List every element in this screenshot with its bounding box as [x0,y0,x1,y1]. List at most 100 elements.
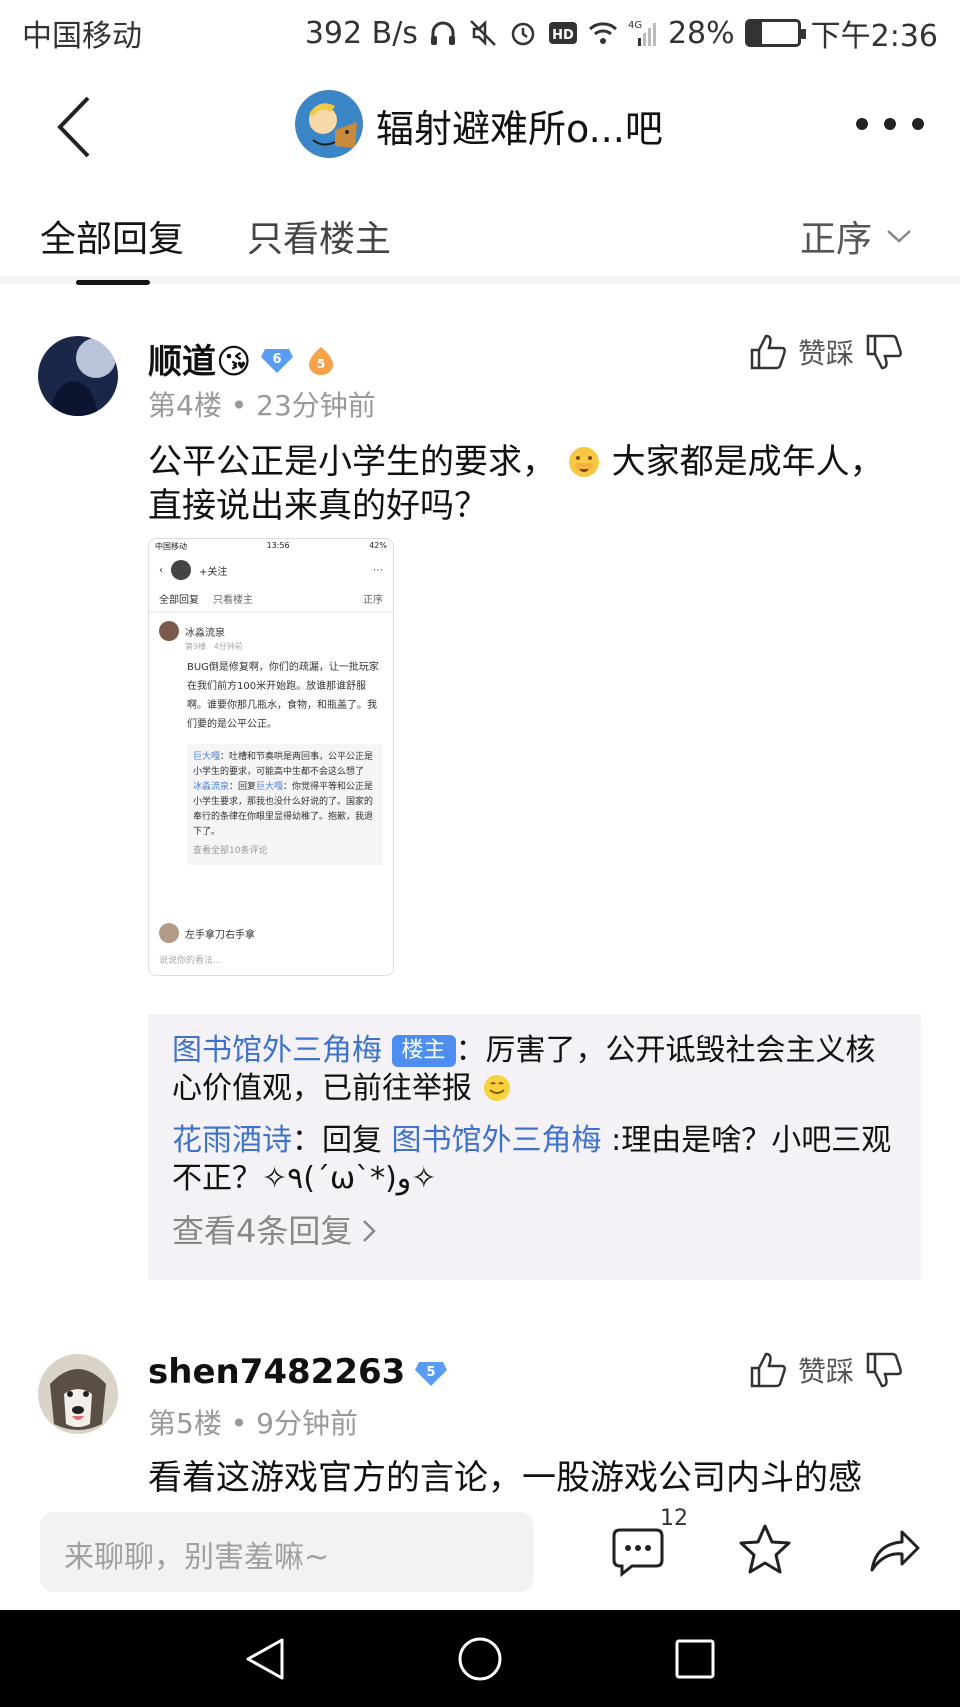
shot-replies: 巨大嘎：吐槽和节奏哄是两回事，公平公正是小学生的要求，可能高中生都不会这么想了 … [187,744,383,865]
reply-1[interactable]: 图书馆外三角梅 楼主 ：厉害了，公开诋毁社会主义核心价值观，已前往举报 [172,1032,897,1108]
svg-text:5: 5 [427,1365,436,1380]
user-avatar-image [38,336,118,416]
forum-title[interactable]: 辐射避难所o...吧 [376,98,663,153]
sort-label: 正序 [800,219,873,260]
shot-username: 冰淼流泉 [185,627,225,639]
shot-username-2: 左手拿刀右手拿 [185,929,255,941]
username[interactable]: 顺道😘 6 5 [148,334,339,383]
shot-nav: ‹ +关注 ⋯ [149,555,393,585]
post-meta: 第4楼 • 23分钟前 [148,384,376,424]
tab-all-replies[interactable]: 全部回复 [40,210,184,262]
op-badge: 楼主 [391,1035,456,1067]
shot-body: BUG倒是修复啊，你们的疏漏，让一批玩家在我们前方100米开始跑。放谁那谁舒服啊… [187,662,379,730]
home-circle-icon[interactable] [455,1634,505,1684]
shot-meta: 第9楼 · 4分钟前 [185,642,243,651]
shot-status-bar: 中国移动 13:56 42% [149,539,393,555]
reply-input[interactable]: 来聊聊，别害羞嘛~ [40,1512,534,1592]
username-text: shen7482263 [148,1352,406,1392]
shot-reply1-user: 巨大嘎 [193,752,221,762]
svg-text:6: 6 [273,352,282,367]
reply-2[interactable]: 花雨酒诗：回复 图书馆外三角梅 :理由是啥？小吧三观不正？✧٩(ˊωˋ*)و✧ [172,1122,897,1198]
signal-icon: 4G [628,20,656,46]
network-speed: 392 B/s [304,15,418,51]
shot-reply1-text: ：吐槽和节奏哄是两回事，公平公正是小学生的要求，可能高中生都不会这么想了 [193,752,374,777]
forum-avatar[interactable] [295,90,363,158]
hd-icon: HD [548,22,577,44]
shot-more-comments: 查看全部10条评论 [193,846,268,856]
nav-bar: 辐射避难所o...吧 [0,66,960,192]
shot-input: 说说你的看法... [159,956,222,966]
level-badge-icon: 6 [261,348,294,373]
headphones-icon [430,21,455,45]
shot-back-icon: ‹ [159,564,163,576]
system-nav-bar [0,1610,960,1707]
chevron-right-icon [363,1220,377,1242]
yawn-emoji-icon [568,447,599,477]
username-text: 顺道😘 [148,342,252,382]
shot-tabs: 全部回复 只看楼主 正序 [149,585,393,613]
svg-text:4G: 4G [628,20,642,31]
avatar[interactable] [38,336,118,416]
recents-square-icon[interactable] [670,1634,720,1684]
smile-emoji-icon [483,1075,510,1101]
post-text-b: 大家都是成年人， [611,442,884,482]
reply-author[interactable]: 花雨酒诗 [172,1123,292,1158]
post-body-line2: 直接说出来真的好吗？ [148,486,488,526]
sort-dropdown[interactable]: 正序 [800,210,912,262]
status-bar: 中国移动 392 B/s HD 4G 28% 下午2:36 [0,0,960,66]
view-more-replies[interactable]: 查看4条回复 [172,1212,897,1250]
thumbs-up-icon[interactable] [748,1350,788,1390]
shot-user2-avatar [159,923,179,943]
wifi-icon [588,22,617,44]
bottom-bar: 来聊聊，别害羞嘛~ 12 [0,1494,960,1610]
vote-label: 赞踩 [798,337,855,370]
shot-reply-2: 冰淼流泉：回复巨大嘎：你觉得平等和公正是小学生要求，那我也没什么好说的了。国家的… [193,780,377,840]
shot-avatar [171,560,191,580]
post-time: 9分钟前 [256,1407,358,1440]
battery-percent: 28% [667,15,735,51]
tab-op-only[interactable]: 只看楼主 [247,210,391,262]
shot-reply2-target: 巨大嘎 [256,782,284,792]
user-avatar-image [38,1354,118,1434]
shot-battery: 42% [369,541,387,550]
thumbs-down-icon[interactable] [864,332,904,372]
post-body-line1: 公平公正是小学生的要求， 大家都是成年人， [148,440,908,484]
vote-controls: 赞踩 [748,1350,904,1390]
comment-count: 12 [660,1506,688,1531]
battery-fill [747,22,762,44]
comment-icon[interactable] [610,1522,666,1578]
back-triangle-icon[interactable] [240,1634,290,1684]
avatar[interactable] [38,1354,118,1434]
svg-text:5: 5 [317,357,325,371]
svg-text:HD: HD [552,28,574,43]
back-icon[interactable] [52,92,112,162]
reply-author[interactable]: 图书馆外三角梅 [172,1033,382,1068]
username[interactable]: shen7482263 5 [148,1352,449,1392]
shot-more-icon: ⋯ [373,564,383,576]
thumbs-up-icon[interactable] [748,332,788,372]
shot-tab-op: 只看楼主 [213,594,253,606]
shot-carrier: 中国移动 [155,542,187,551]
shot-reply2-user: 冰淼流泉 [193,782,230,792]
meta-dot: • [230,1407,257,1440]
thumbs-down-icon[interactable] [864,1350,904,1390]
reply-box: 图书馆外三角梅 楼主 ：厉害了，公开诋毁社会主义核心价值观，已前往举报 花雨酒诗：… [148,1014,921,1280]
star-icon[interactable] [737,1522,793,1578]
shot-user-avatar [159,621,179,641]
shot-sort: 正序 [363,594,383,606]
status-right: 392 B/s HD 4G 28% 下午2:36 [305,11,938,55]
level-badge-icon: 5 [415,1362,448,1386]
carrier-label: 中国移动 [22,19,142,54]
share-icon[interactable] [866,1522,922,1578]
reply-target[interactable]: 图书馆外三角梅 [392,1123,602,1158]
meta-dot: • [230,389,257,422]
shot-follow: +关注 [199,566,228,578]
floor-number: 第4楼 [148,389,222,422]
reply-mid: ：回复 [292,1123,392,1158]
shot-user: 冰淼流泉 [149,613,393,641]
post-image[interactable]: 中国移动 13:56 42% ‹ +关注 ⋯ 全部回复 只看楼主 正序 冰淼流泉… [148,538,394,976]
vault-boy-icon [295,90,363,158]
shot-user-2: 左手拿刀右手拿 [149,923,393,943]
post-meta: 第5楼 • 9分钟前 [148,1402,358,1442]
more-icon[interactable] [856,118,940,138]
